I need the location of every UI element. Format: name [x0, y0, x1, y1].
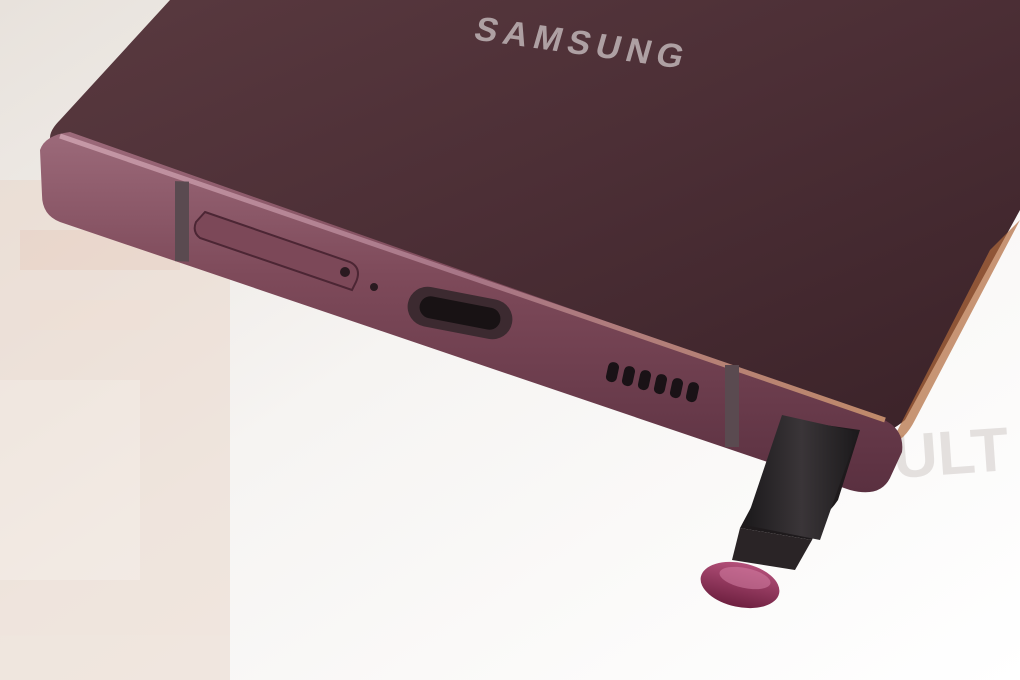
sim-eject-hole: [340, 267, 350, 277]
antenna-band-right: [725, 365, 739, 447]
microphone-hole: [370, 283, 378, 291]
phone-photo-svg: ULT SAMSUNG: [0, 0, 1020, 680]
antenna-band-left: [175, 181, 189, 262]
product-photo-scene: ULT SAMSUNG: [0, 0, 1020, 680]
